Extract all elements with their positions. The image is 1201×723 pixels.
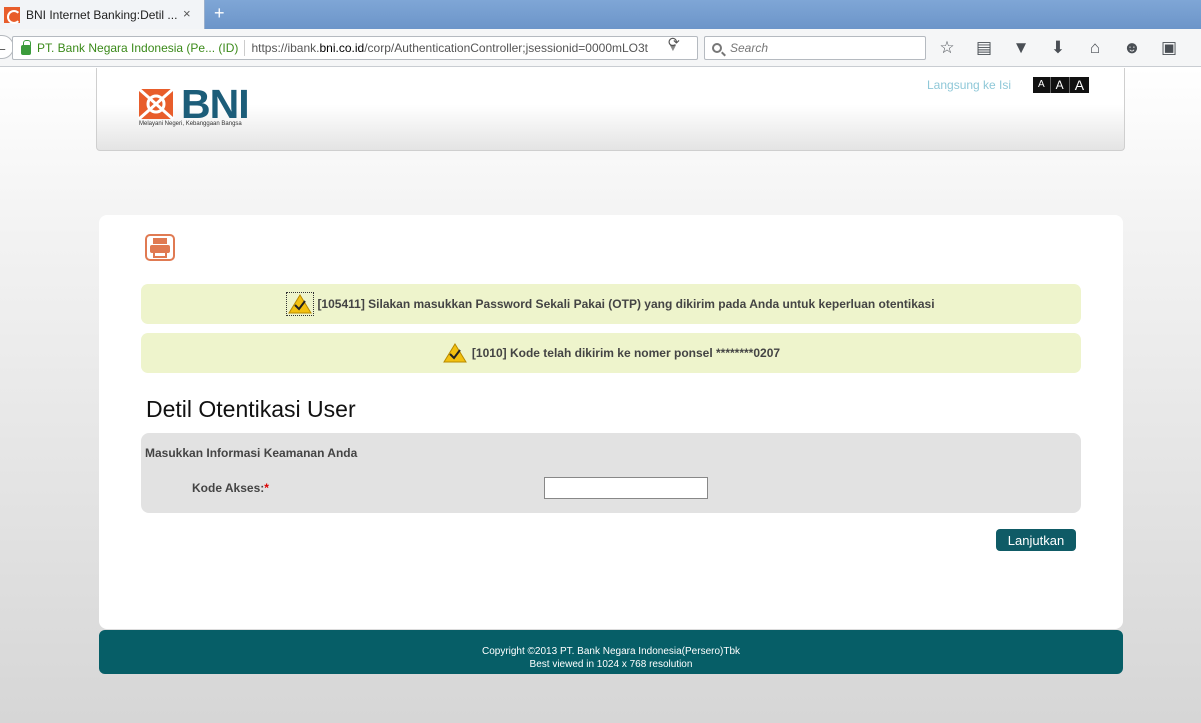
logo-tagline: Melayani Negeri, Kebanggaan Bangsa: [139, 121, 242, 127]
browser-tab[interactable]: BNI Internet Banking:Detil ... ×: [0, 0, 205, 29]
url-prefix: https://ibank.: [251, 41, 320, 55]
access-code-input[interactable]: [544, 477, 708, 499]
reading-list-icon[interactable]: ▤: [973, 37, 995, 59]
extension-icon[interactable]: ●: [1195, 37, 1201, 59]
otp-info-text: [105411] Silakan masukkan Password Sekal…: [317, 297, 935, 311]
search-bar[interactable]: Search: [704, 36, 926, 60]
continue-button[interactable]: Lanjutkan: [996, 529, 1076, 551]
download-arrow-icon[interactable]: ⬇: [1047, 37, 1069, 59]
downloads-icon[interactable]: ▣: [1158, 37, 1180, 59]
print-icon[interactable]: [145, 234, 175, 261]
font-size-small-button[interactable]: A: [1033, 77, 1051, 93]
content-card: [105411] Silakan masukkan Password Sekal…: [99, 215, 1123, 629]
url-domain: bni.co.id: [319, 41, 365, 55]
site-identity[interactable]: PT. Bank Negara Indonesia (Pe... (ID): [37, 41, 238, 55]
home-icon[interactable]: ⌂: [1084, 37, 1106, 59]
search-icon: [712, 43, 722, 53]
pocket-icon[interactable]: ▼: [1010, 37, 1032, 59]
close-tab-icon[interactable]: ×: [183, 6, 191, 21]
font-size-large-button[interactable]: A: [1070, 77, 1089, 93]
skip-to-content-link[interactable]: Langsung ke Isi: [927, 78, 1011, 92]
tab-title: BNI Internet Banking:Detil ...: [26, 7, 178, 22]
code-sent-message: [1010] Kode telah dikirim ke nomer ponse…: [141, 333, 1081, 373]
page-body: BNI Melayani Negeri, Kebanggaan Bangsa L…: [0, 68, 1201, 723]
address-bar[interactable]: PT. Bank Negara Indonesia (Pe... (ID) ht…: [12, 36, 698, 60]
page-title: Detil Otentikasi User: [146, 396, 356, 422]
new-tab-icon[interactable]: +: [214, 3, 225, 24]
browser-navigation-bar: ← PT. Bank Negara Indonesia (Pe... (ID) …: [0, 29, 1201, 67]
site-footer: Copyright ©2013 PT. Bank Negara Indonesi…: [99, 630, 1123, 674]
url-path: /corp/AuthenticationController;jsessioni…: [364, 41, 649, 55]
security-info-panel: Masukkan Informasi Keamanan Anda Kode Ak…: [141, 433, 1081, 513]
required-marker: *: [264, 481, 269, 495]
chat-icon[interactable]: ☻: [1121, 37, 1143, 59]
copyright-text: Copyright ©2013 PT. Bank Negara Indonesi…: [481, 646, 741, 657]
bni-logo[interactable]: BNI Melayani Negeri, Kebanggaan Bangsa: [137, 81, 262, 131]
access-code-label: Kode Akses:*: [192, 481, 269, 495]
url-separator: [244, 40, 246, 56]
bni-logo-mark-icon: [138, 87, 174, 121]
toolbar-icons: ☆ ▤ ▼ ⬇ ⌂ ☻ ▣ ●: [936, 37, 1201, 59]
resolution-note: Best viewed in 1024 x 768 resolution: [529, 659, 693, 670]
url-text[interactable]: https://ibank.bni.co.id/corp/Authenticat…: [251, 41, 661, 55]
bookmark-star-icon[interactable]: ☆: [936, 37, 958, 59]
code-sent-text: [1010] Kode telah dikirim ke nomer ponse…: [471, 346, 781, 360]
bni-favicon-icon: [4, 6, 21, 24]
form-subtitle: Masukkan Informasi Keamanan Anda: [145, 446, 358, 460]
otp-info-message: [105411] Silakan masukkan Password Sekal…: [141, 284, 1081, 324]
lock-icon: [21, 40, 31, 55]
search-placeholder: Search: [730, 41, 769, 55]
font-size-control: A A A: [1033, 77, 1090, 93]
access-code-label-text: Kode Akses:: [192, 481, 265, 495]
reload-icon[interactable]: ⟳: [668, 34, 680, 51]
warning-check-icon[interactable]: [286, 292, 315, 316]
browser-tab-bar: BNI Internet Banking:Detil ... × +: [0, 0, 1201, 29]
font-size-medium-button[interactable]: A: [1051, 77, 1070, 93]
site-header: BNI Melayani Negeri, Kebanggaan Bangsa L…: [96, 68, 1125, 151]
warning-check-icon: [442, 342, 468, 364]
